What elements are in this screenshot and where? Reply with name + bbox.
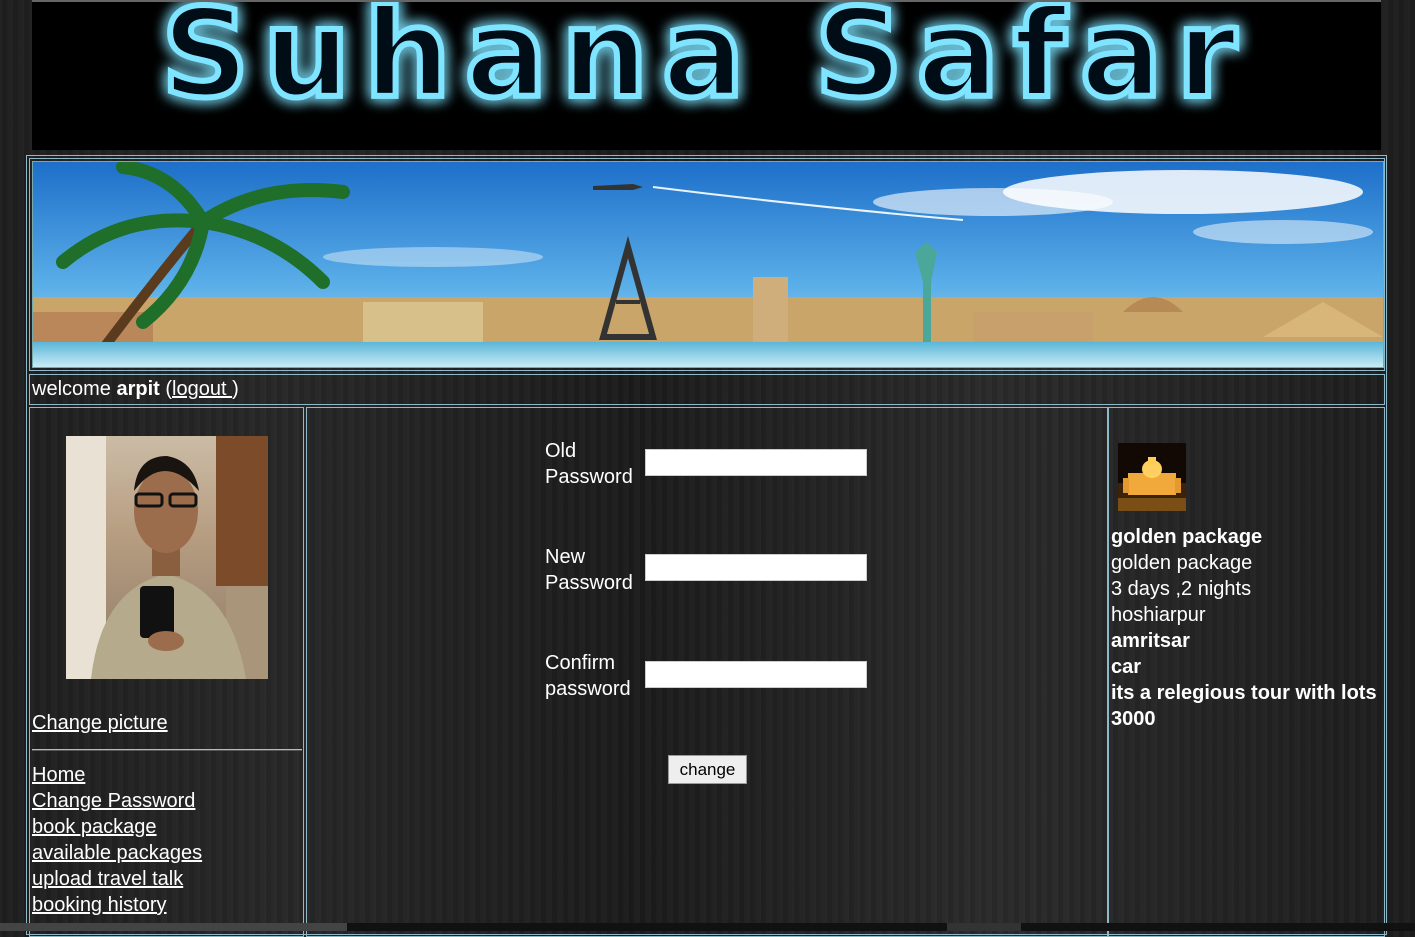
left-sidebar: Change picture Home Change Password book… <box>29 407 304 937</box>
package-description: its a relegious tour with lots <box>1111 682 1377 704</box>
profile-picture <box>66 436 268 679</box>
logo-graphic: Suhana Safar <box>32 2 1381 150</box>
welcome-bar: welcome arpit (logout ) <box>29 374 1385 405</box>
sidebar-divider <box>32 749 302 751</box>
nav-book-package[interactable]: book package <box>32 814 202 840</box>
golden-temple-image <box>1118 443 1186 511</box>
package-sidebar: golden package golden package 3 days ,2 … <box>1108 407 1385 937</box>
package-duration: 3 days ,2 nights <box>1111 578 1252 600</box>
old-password-input[interactable] <box>645 449 867 476</box>
horizontal-scrollbar[interactable] <box>0 923 1415 931</box>
nav-available-packages[interactable]: available packages <box>32 840 202 866</box>
package-transport: car <box>1111 656 1142 678</box>
package-from: hoshiarpur <box>1111 604 1206 626</box>
package-price: 3000 <box>1111 708 1156 730</box>
site-logo-banner: Suhana Safar <box>32 0 1381 150</box>
welcome-username: arpit <box>116 378 160 400</box>
nav-upload-travel-talk[interactable]: upload travel talk <box>32 866 202 892</box>
scrollbar-thumb[interactable] <box>0 923 347 931</box>
confirm-password-input[interactable] <box>645 661 867 688</box>
welcome-close-paren: ) <box>232 378 239 400</box>
logo-text: Suhana Safar <box>161 2 1250 125</box>
package-to: amritsar <box>1111 630 1190 652</box>
old-password-label: Old Password <box>545 440 633 488</box>
welcome-prefix: welcome <box>32 378 117 400</box>
travel-banner <box>29 158 1385 371</box>
sidebar-nav: Home Change Password book package availa… <box>32 762 202 918</box>
package-name: golden package <box>1111 552 1253 574</box>
nav-change-password[interactable]: Change Password <box>32 788 202 814</box>
change-password-button[interactable]: change <box>668 755 747 784</box>
avatar-image <box>66 436 268 679</box>
welcome-open-paren: ( <box>159 378 173 400</box>
package-details: golden package golden package 3 days ,2 … <box>1111 524 1381 747</box>
confirm-password-label: Confirm password <box>545 652 631 700</box>
package-thumbnail <box>1118 443 1186 511</box>
new-password-label: New Password <box>545 546 633 594</box>
nav-booking-history[interactable]: booking history <box>32 892 202 918</box>
nav-home[interactable]: Home <box>32 762 202 788</box>
change-picture-link[interactable]: Change picture <box>32 712 168 735</box>
travel-banner-image <box>32 161 1384 368</box>
new-password-input[interactable] <box>645 554 867 581</box>
package-title: golden package <box>1111 526 1263 548</box>
logout-link[interactable]: logout <box>172 378 232 400</box>
scrollbar-segment <box>947 923 1021 931</box>
change-password-panel: Old Password New Password Confirm passwo… <box>306 407 1108 937</box>
